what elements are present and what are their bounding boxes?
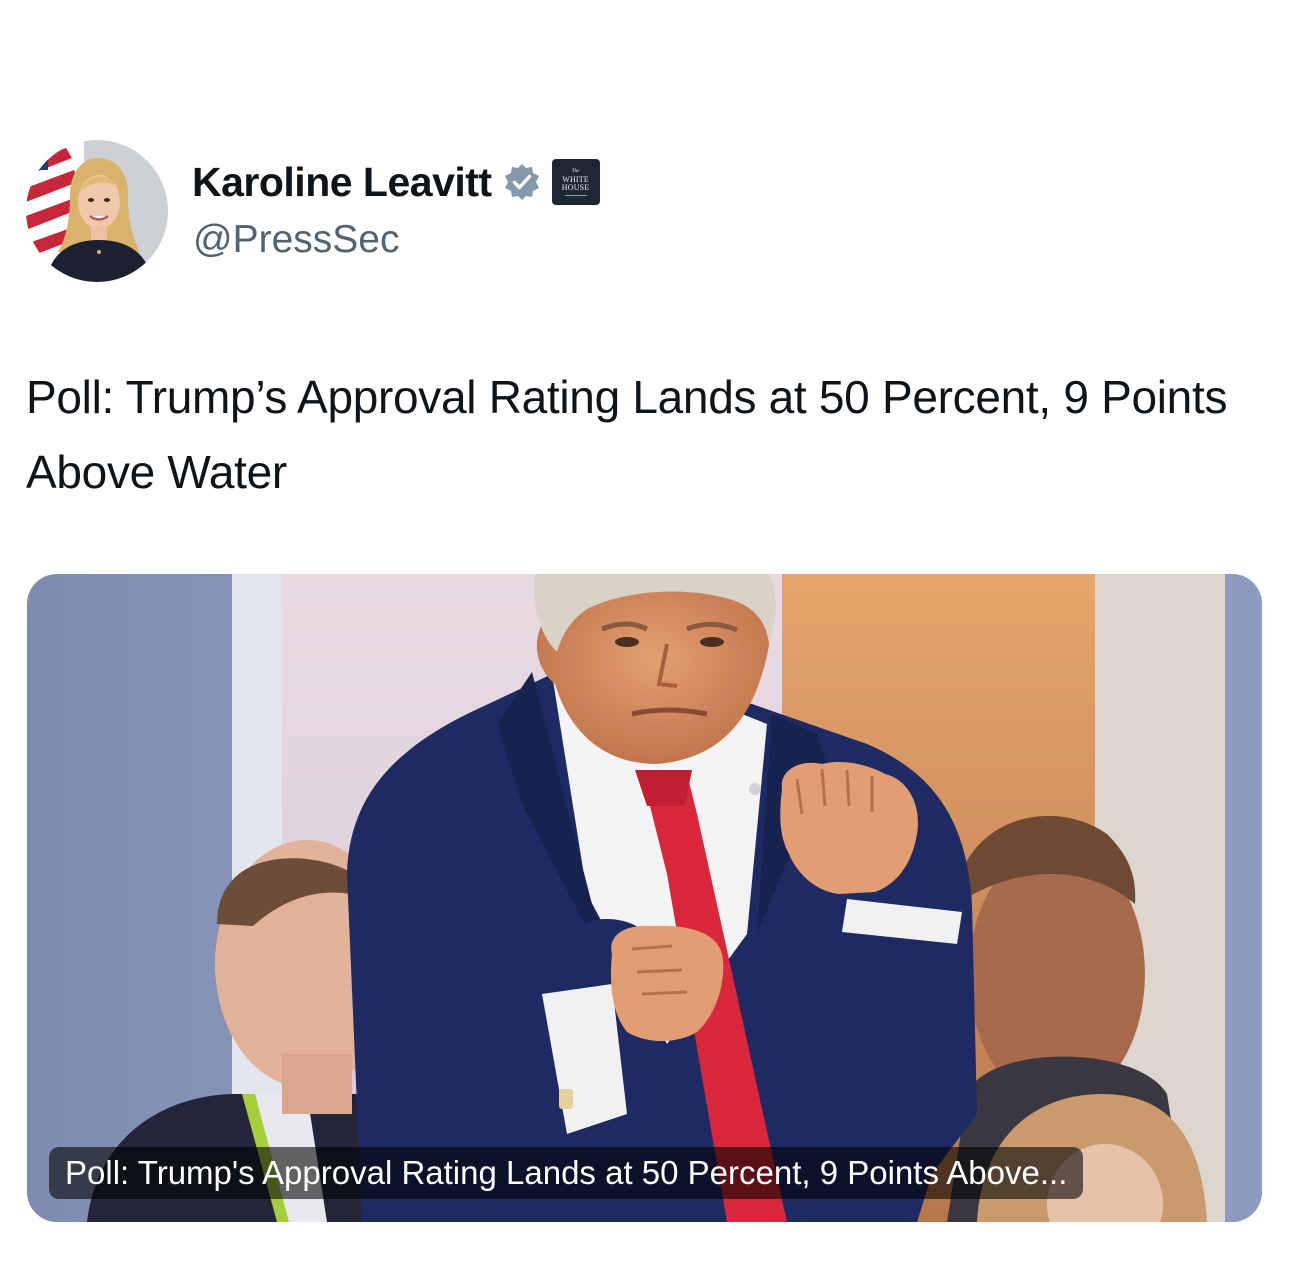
author-handle[interactable]: @PressSec — [193, 218, 399, 262]
tweet-text: Poll: Trump’s Approval Rating Lands at 5… — [26, 371, 1228, 498]
tweet: Karoline Leavitt The WHITE HOUSE @PressS… — [0, 0, 1289, 1266]
author-avatar[interactable] — [26, 140, 168, 282]
affiliation-badge-small-text: The — [571, 168, 580, 174]
affiliation-badge-rule — [564, 194, 587, 196]
affiliation-badge-line2: HOUSE — [561, 182, 590, 192]
verified-badge-icon[interactable] — [502, 162, 542, 202]
link-card[interactable]: Poll: Trump's Approval Rating Lands at 5… — [27, 574, 1262, 1222]
author-display-name[interactable]: Karoline Leavitt — [192, 159, 492, 206]
link-card-caption: Poll: Trump's Approval Rating Lands at 5… — [49, 1147, 1084, 1199]
link-card-image — [27, 574, 1262, 1222]
author-name-row: Karoline Leavitt The WHITE HOUSE — [192, 154, 600, 210]
white-house-affiliation-badge[interactable]: The WHITE HOUSE — [551, 159, 600, 205]
